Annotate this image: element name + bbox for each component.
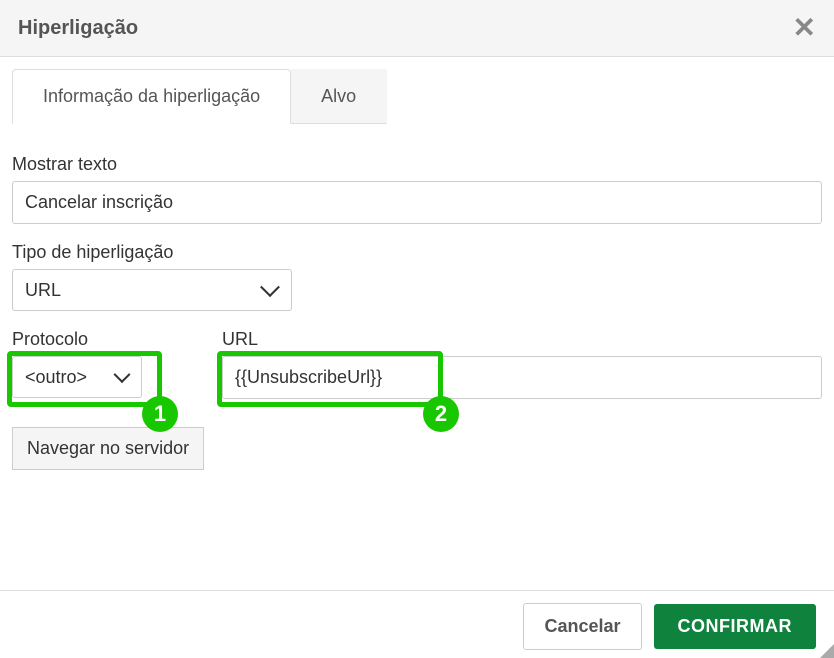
tab-bar: Informação da hiperligação Alvo: [12, 69, 387, 124]
tab-target[interactable]: Alvo: [291, 69, 387, 124]
cancel-button[interactable]: Cancelar: [523, 603, 641, 650]
display-text-label: Mostrar texto: [12, 154, 822, 175]
browse-server-button[interactable]: Navegar no servidor: [12, 427, 204, 470]
link-type-label: Tipo de hiperligação: [12, 242, 822, 263]
annotation-badge-1: 1: [142, 396, 178, 432]
protocol-select[interactable]: <outro>: [12, 356, 142, 398]
display-text-input[interactable]: [12, 181, 822, 224]
link-type-select[interactable]: URL: [13, 270, 291, 310]
url-input[interactable]: [222, 356, 822, 399]
link-type-select-wrap: URL: [12, 269, 292, 311]
dialog-title: Hiperligação: [18, 17, 138, 40]
resize-handle-icon[interactable]: [820, 644, 834, 658]
tab-link-info[interactable]: Informação da hiperligação: [12, 69, 291, 124]
protocol-label: Protocolo: [12, 329, 162, 350]
url-label: URL: [222, 329, 822, 350]
confirm-button[interactable]: CONFIRMAR: [654, 604, 817, 649]
protocol-select-wrap: <outro>: [12, 356, 142, 398]
close-icon[interactable]: ✕: [793, 14, 816, 42]
annotation-badge-2: 2: [423, 396, 459, 432]
